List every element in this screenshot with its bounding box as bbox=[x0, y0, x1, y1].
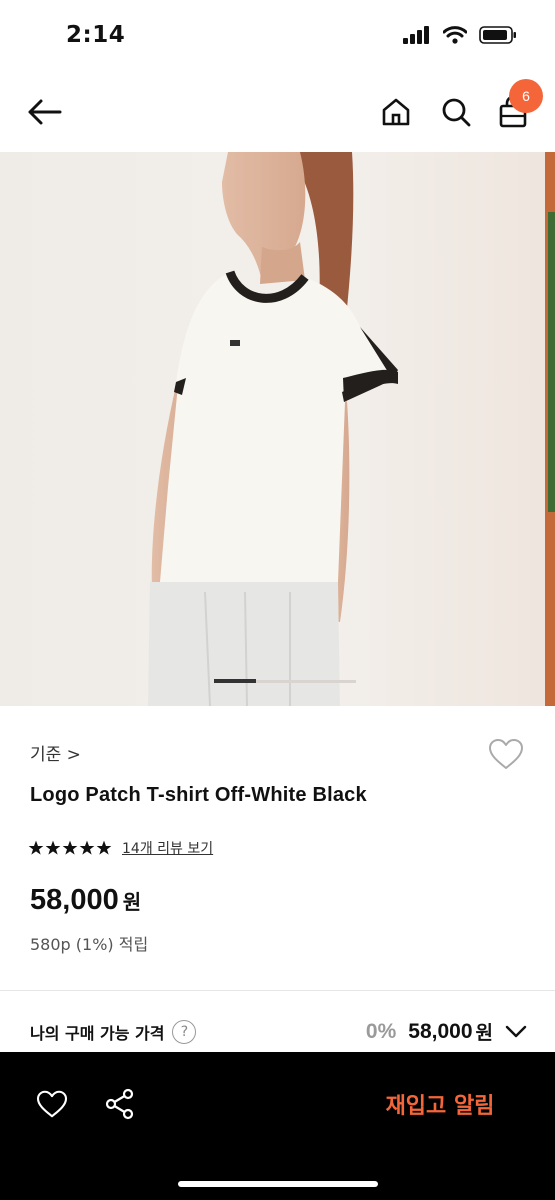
status-bar: 2:14 bbox=[0, 0, 555, 76]
status-icons bbox=[403, 26, 517, 44]
brand-link[interactable]: 기준 > bbox=[30, 740, 81, 765]
star-icon bbox=[62, 840, 78, 855]
share-button[interactable] bbox=[98, 1082, 142, 1126]
purchase-price-label-text: 나의 구매 가능 가격 bbox=[30, 1024, 165, 1043]
share-icon bbox=[105, 1088, 134, 1120]
carousel-indicator-active bbox=[214, 679, 256, 683]
price-amount: 58,000 bbox=[30, 884, 119, 916]
wishlist-button[interactable] bbox=[484, 734, 528, 774]
divider bbox=[0, 990, 555, 991]
star-icon bbox=[45, 840, 61, 855]
star-icon bbox=[79, 840, 95, 855]
heart-icon bbox=[36, 1090, 68, 1118]
arrow-left-icon bbox=[28, 99, 62, 125]
wifi-icon bbox=[443, 26, 467, 44]
product-title: Logo Patch T-shirt Off-White Black bbox=[30, 784, 367, 806]
home-button[interactable] bbox=[374, 90, 418, 134]
model-photo bbox=[0, 152, 555, 706]
help-icon[interactable]: ? bbox=[172, 1020, 197, 1044]
discount-rate: 0% bbox=[365, 1019, 397, 1043]
product-image[interactable] bbox=[0, 152, 555, 706]
battery-icon bbox=[479, 26, 516, 44]
star-icon bbox=[28, 840, 44, 855]
purchase-price-unit: 원 bbox=[475, 1022, 493, 1044]
heart-outline-icon bbox=[489, 739, 523, 769]
rating: 14개 리뷰 보기 bbox=[28, 838, 213, 858]
review-link[interactable]: 14개 리뷰 보기 bbox=[122, 838, 213, 858]
signal-icon bbox=[403, 26, 429, 44]
restock-alert-button[interactable]: 재입고 알림 bbox=[362, 1076, 518, 1132]
chevron-down-icon bbox=[505, 1025, 527, 1039]
bottom-action-bar: 재입고 알림 bbox=[0, 1052, 555, 1200]
purchase-price-amount: 58,000 bbox=[408, 1019, 473, 1043]
rating-stars bbox=[28, 840, 112, 856]
home-indicator bbox=[178, 1181, 378, 1187]
cart-count-badge: 6 bbox=[509, 79, 543, 113]
home-icon bbox=[382, 98, 410, 126]
search-button[interactable] bbox=[434, 90, 478, 134]
price-row: 58,000 원 bbox=[30, 884, 141, 917]
back-button[interactable] bbox=[22, 90, 66, 134]
bottom-wishlist-button[interactable] bbox=[30, 1082, 74, 1126]
status-time: 2:14 bbox=[66, 22, 126, 48]
points-info: 580p (1%) 적립 bbox=[30, 935, 149, 954]
nav-bar bbox=[0, 76, 555, 152]
purchase-price-toggle[interactable]: 0% 58,000 원 bbox=[366, 1018, 527, 1045]
star-icon bbox=[96, 840, 112, 855]
search-icon bbox=[442, 98, 471, 127]
purchase-price-label: 나의 구매 가능 가격 ? bbox=[30, 1020, 197, 1044]
price-unit: 원 bbox=[122, 890, 142, 914]
